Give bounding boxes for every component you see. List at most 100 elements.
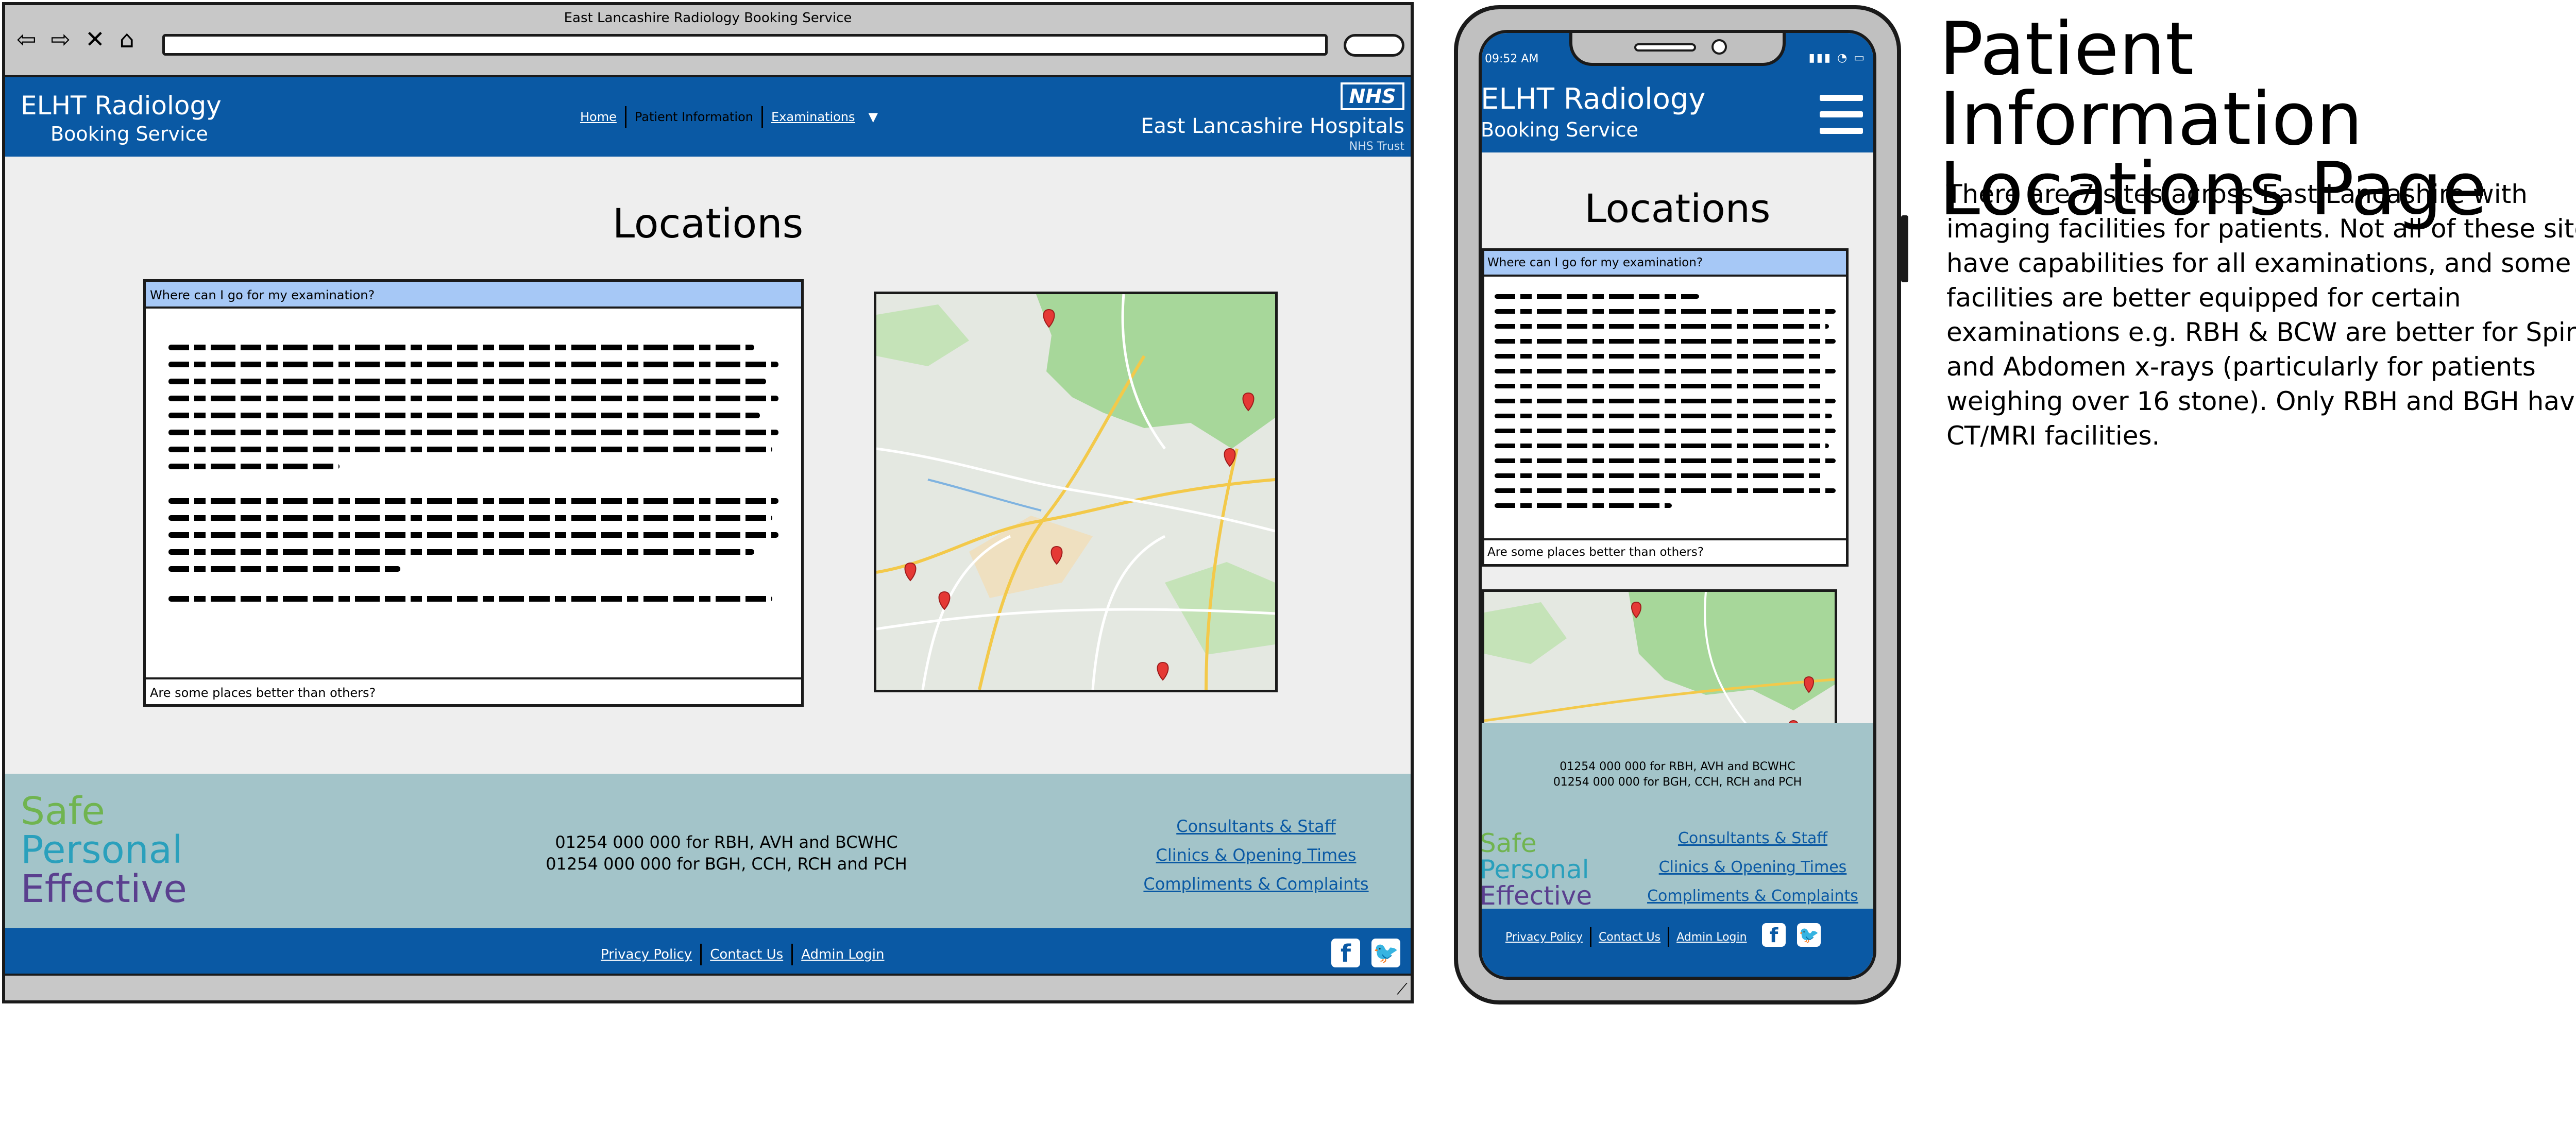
link-contact-us[interactable]: Contact Us <box>702 947 791 962</box>
link-consultants-staff[interactable]: Consultants & Staff <box>1101 812 1411 841</box>
forward-arrow-icon[interactable]: ⇨ <box>51 26 71 53</box>
nav-examinations-link[interactable]: Examinations <box>763 107 863 127</box>
mobile-spe-logo: Safe Personal Effective <box>1480 828 1592 911</box>
mobile-phone-frame: 09:52 AM ▮▮▮ ◔ ▭ ELHT Radiology Booking … <box>1454 5 1908 1004</box>
mobile-footer-links: Consultants & Staff Clinics & Opening Ti… <box>1639 824 1866 911</box>
text-line <box>1495 503 1672 508</box>
link-clinics-opening-times[interactable]: Clinics & Opening Times <box>1101 841 1411 870</box>
text-line <box>1495 399 1836 403</box>
link-admin-login[interactable]: Admin Login <box>793 947 892 962</box>
text-line <box>168 362 778 367</box>
nav-home-link[interactable]: Home <box>572 107 625 127</box>
site-footer: Safe Personal Effective 01254 000 000 fo… <box>5 774 1411 928</box>
twitter-icon[interactable]: 🐦 <box>1371 939 1400 967</box>
text-line <box>1495 369 1836 373</box>
trust-subtitle: NHS Trust <box>1349 140 1404 153</box>
close-icon[interactable]: ✕ <box>85 26 105 53</box>
tagline-personal: Personal <box>21 828 183 873</box>
tagline-safe: Safe <box>1480 828 1537 858</box>
phone-line-2: 01254 000 000 for BGH, CCH, RCH and PCH <box>1553 776 1802 789</box>
browser-status-bar: ⟋ <box>5 974 1411 1000</box>
home-icon[interactable]: ⌂ <box>120 26 134 53</box>
text-line <box>1495 429 1836 433</box>
mobile-brand-title[interactable]: ELHT Radiology <box>1482 82 1706 116</box>
panel-header-better[interactable]: Are some places better than others? <box>146 677 801 704</box>
link-compliments-complaints[interactable]: Compliments & Complaints <box>1639 882 1866 911</box>
text-line <box>1495 294 1700 299</box>
text-line <box>168 430 778 435</box>
tagline-effective: Effective <box>21 866 187 911</box>
facebook-icon[interactable]: f <box>1331 939 1360 967</box>
site-brand-title[interactable]: ELHT Radiology <box>21 91 222 121</box>
mobile-social-icons: f 🐦 <box>1762 923 1821 947</box>
text-line <box>168 379 767 384</box>
menu-bar <box>1820 95 1863 101</box>
camera-icon <box>1711 39 1727 55</box>
link-consultants-staff[interactable]: Consultants & Staff <box>1639 824 1866 853</box>
tagline-safe: Safe <box>21 789 105 833</box>
tagline-personal: Personal <box>1480 855 1589 884</box>
text-line <box>1495 458 1836 463</box>
facebook-icon[interactable]: f <box>1762 923 1786 947</box>
text-line <box>1495 414 1833 418</box>
nav-patient-information-current[interactable]: Patient Information <box>626 107 761 127</box>
back-arrow-icon[interactable]: ⇦ <box>16 26 37 53</box>
mobile-page-title: Locations <box>1584 185 1771 231</box>
text-line <box>1495 444 1829 448</box>
hamburger-menu-icon[interactable] <box>1820 95 1863 134</box>
mobile-faq-panel: Where can I go for my examination? Are s… <box>1482 248 1849 567</box>
phone-line-1: 01254 000 000 for RBH, AVH and BCWHC <box>1560 760 1795 773</box>
mobile-footer-phones: 01254 000 000 for RBH, AVH and BCWHC 012… <box>1482 759 1873 790</box>
text-line <box>1495 339 1836 344</box>
nhs-logo-text: NHS <box>1343 84 1402 108</box>
browser-nav-icons: ⇦ ⇨ ✕ ⌂ <box>16 26 134 53</box>
chevron-down-icon[interactable]: ▼ <box>869 110 878 124</box>
status-icons: ▮▮▮ ◔ ▭ <box>1809 52 1866 64</box>
text-line <box>1495 309 1836 314</box>
panel-header-where[interactable]: Where can I go for my examination? <box>146 282 801 309</box>
text-line <box>168 447 773 452</box>
placeholder-text-block <box>168 345 778 481</box>
phone-side-button <box>1901 215 1908 282</box>
link-privacy-policy[interactable]: Privacy Policy <box>592 947 700 962</box>
wifi-icon: ◔ <box>1837 52 1849 64</box>
twitter-icon[interactable]: 🐦 <box>1797 923 1821 947</box>
signal-icon: ▮▮▮ <box>1808 52 1832 64</box>
text-line <box>1495 354 1826 359</box>
phone-line-1: 01254 000 000 for RBH, AVH and BCWHC <box>555 832 898 852</box>
phone-line-2: 01254 000 000 for BGH, CCH, RCH and PCH <box>546 854 907 874</box>
url-bar[interactable] <box>162 34 1328 56</box>
faq-panel: Where can I go for my examination? Are s… <box>143 279 804 707</box>
link-admin-login[interactable]: Admin Login <box>1669 931 1754 944</box>
mobile-header: 09:52 AM ▮▮▮ ◔ ▭ ELHT Radiology Booking … <box>1482 33 1873 152</box>
nhs-logo: NHS <box>1341 82 1404 110</box>
battery-icon: ▭ <box>1854 52 1866 64</box>
annotation-body: There are 7 sites across East Lancashire… <box>1946 179 2576 451</box>
text-line <box>1495 488 1836 493</box>
text-line <box>168 596 773 602</box>
mobile-locations-map[interactable] <box>1482 589 1837 734</box>
text-line <box>1495 324 1829 329</box>
locations-map[interactable] <box>874 292 1278 692</box>
link-privacy-policy[interactable]: Privacy Policy <box>1498 931 1590 944</box>
browser-search-field[interactable] <box>1344 34 1404 57</box>
window-title: East Lancashire Radiology Booking Servic… <box>564 10 852 26</box>
resize-grip-icon[interactable]: ⟋ <box>1397 980 1408 998</box>
page-title: Locations <box>612 201 804 247</box>
mobile-panel-header-better[interactable]: Are some places better than others? <box>1484 538 1846 564</box>
text-line <box>168 345 754 350</box>
link-clinics-opening-times[interactable]: Clinics & Opening Times <box>1639 853 1866 882</box>
placeholder-text-block <box>168 596 778 613</box>
tagline-effective: Effective <box>1480 881 1592 911</box>
link-compliments-complaints[interactable]: Compliments & Complaints <box>1101 870 1411 898</box>
link-contact-us[interactable]: Contact Us <box>1591 931 1668 944</box>
text-line <box>168 532 778 538</box>
site-header: ELHT Radiology Booking Service Home Pati… <box>5 77 1411 157</box>
main-nav: Home Patient Information Examinations ▼ <box>572 106 878 128</box>
desktop-browser-window: East Lancashire Radiology Booking Servic… <box>2 2 1414 1003</box>
placeholder-text-block <box>168 498 778 583</box>
footer-links: Consultants & Staff Clinics & Opening Ti… <box>1101 812 1411 898</box>
browser-chrome: East Lancashire Radiology Booking Servic… <box>5 5 1411 77</box>
text-line <box>168 515 773 521</box>
mobile-panel-header-where[interactable]: Where can I go for my examination? <box>1484 251 1846 277</box>
